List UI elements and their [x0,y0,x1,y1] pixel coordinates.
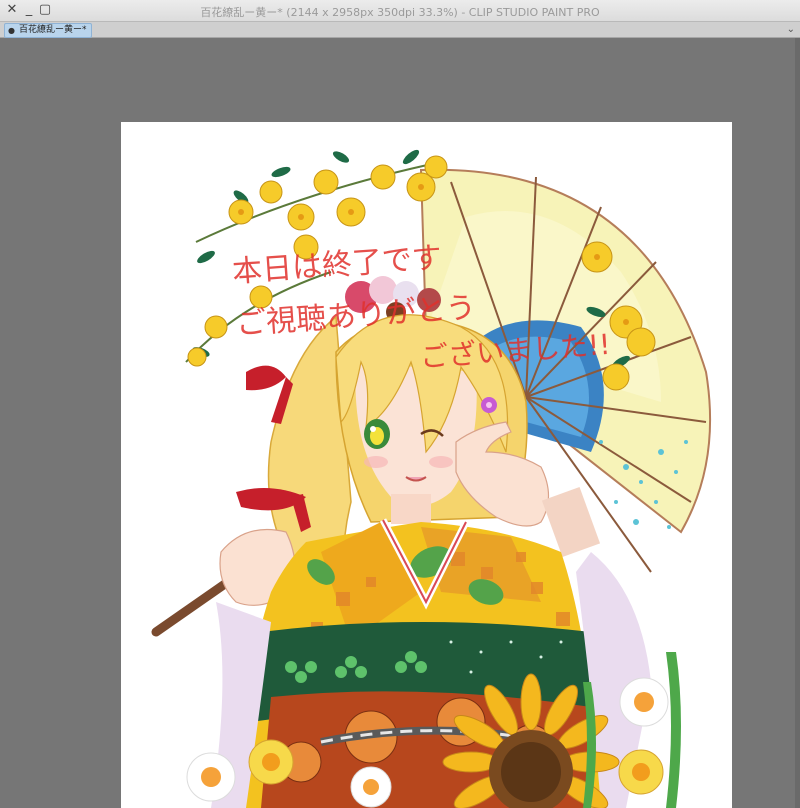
canvas-scrollbar[interactable] [795,38,800,808]
window-title: 百花繚乱ー黄ー* (2144 x 2958px 350dpi 33.3%) - … [200,6,600,19]
document-tab[interactable]: ● 百花繚乱ー黄ー* [4,23,92,38]
modified-dot-icon: ● [8,26,15,35]
artwork-illustration: 本日は終了です ご視聴ありがとう ございました!! [151,149,712,808]
chevron-down-icon[interactable]: ⌄ [787,22,795,37]
canvas-paper[interactable]: 本日は終了です ご視聴ありがとう ございました!! [121,122,732,808]
document-tab-label: 百花繚乱ー黄ー* [18,25,87,35]
title-bar: ✕ _ ▢ 百花繚乱ー黄ー* (2144 x 2958px 350dpi 33.… [0,0,800,22]
document-tab-bar: ● 百花繚乱ー黄ー* ⌄ [0,22,800,38]
